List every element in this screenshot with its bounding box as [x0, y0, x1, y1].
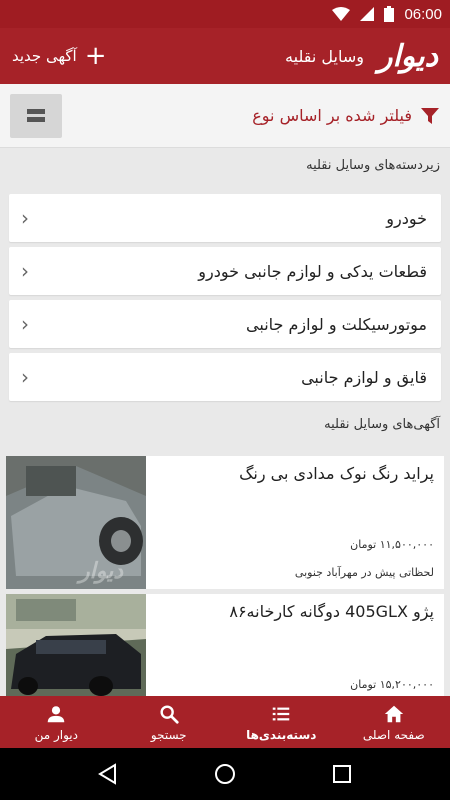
- nav-home[interactable]: صفحه اصلی: [338, 696, 450, 748]
- square-recents-icon: [332, 765, 351, 783]
- ad-location-time: لحظاتی پیش در مهرآباد جنوبی: [294, 566, 434, 579]
- plus-icon: +: [84, 41, 107, 71]
- chevron-left-icon: ‹: [21, 365, 29, 389]
- category-label: موتورسیکلت و لوازم جانبی: [246, 314, 427, 334]
- category-label: قایق و لوازم جانبی: [301, 367, 427, 387]
- view-toggle-button[interactable]: [10, 93, 62, 138]
- car-photo-image: دیوار: [6, 456, 146, 589]
- nav-search-label: جستجو: [150, 727, 187, 742]
- circle-home-icon: [214, 764, 235, 784]
- home-system-button[interactable]: [205, 754, 245, 794]
- category-item[interactable]: قایق و لوازم جانبی ‹: [9, 353, 441, 401]
- ad-info: پژو 405GLX دوگانه کارخانه۸۶ ۱۵,۲۰۰,۰۰۰ ت…: [146, 594, 444, 696]
- subcategories-heading: زیردسته‌های وسایل نقلیه: [306, 158, 440, 173]
- nav-search[interactable]: جستجو: [113, 696, 226, 748]
- thumbnail-watermark: دیوار: [76, 558, 124, 584]
- bottom-nav: صفحه اصلی دسته‌بندی‌ها جستجو دیوار من: [0, 696, 450, 748]
- nav-categories-label: دسته‌بندی‌ها: [246, 727, 317, 742]
- search-icon: [160, 704, 179, 724]
- status-bar: 06:00: [0, 0, 450, 28]
- category-label: خودرو: [386, 208, 427, 228]
- ad-info: پراید رنگ نوک مدادی بی رنگ ۱۱,۵۰۰,۰۰۰ تو…: [146, 456, 444, 589]
- ad-price: ۱۱,۵۰۰,۰۰۰ تومان: [350, 538, 434, 551]
- wifi-icon: [332, 7, 351, 21]
- person-icon: [48, 705, 65, 722]
- ad-title: پژو 405GLX دوگانه کارخانه۸۶: [229, 602, 434, 621]
- home-icon: [384, 705, 403, 722]
- app-bar: دیوار وسایل نقلیه + آگهی جدید: [0, 28, 450, 84]
- ad-title: پراید رنگ نوک مدادی بی رنگ: [239, 464, 434, 483]
- category-label: قطعات یدکی و لوازم جانبی خودرو: [198, 261, 427, 281]
- signal-icon: [360, 7, 375, 21]
- nav-my-divar-label: دیوار من: [34, 727, 78, 742]
- chevron-left-icon: ‹: [21, 259, 29, 283]
- filter-label[interactable]: فیلتر شده بر اساس نوع: [62, 106, 412, 125]
- app-logo[interactable]: دیوار: [378, 39, 439, 74]
- car-photo-image: [6, 594, 146, 696]
- page-title: وسایل نقلیه: [285, 46, 364, 66]
- ad-card[interactable]: پژو 405GLX دوگانه کارخانه۸۶ ۱۵,۲۰۰,۰۰۰ ت…: [6, 594, 444, 696]
- categories-icon: [273, 707, 290, 720]
- list-view-icon: [27, 109, 45, 114]
- ad-card[interactable]: پراید رنگ نوک مدادی بی رنگ ۱۱,۵۰۰,۰۰۰ تو…: [6, 456, 444, 589]
- system-nav-bar: [0, 748, 450, 800]
- ad-thumbnail[interactable]: دیوار: [6, 456, 146, 589]
- battery-icon: [384, 6, 395, 22]
- filter-icon[interactable]: [420, 106, 440, 126]
- recents-button[interactable]: [322, 754, 362, 794]
- category-item[interactable]: قطعات یدکی و لوازم جانبی خودرو ‹: [9, 247, 441, 295]
- list-view-icon-bar: [27, 117, 45, 122]
- chevron-left-icon: ‹: [21, 312, 29, 336]
- nav-categories[interactable]: دسته‌بندی‌ها: [225, 696, 338, 748]
- back-button[interactable]: [88, 754, 128, 794]
- back-icon: [98, 763, 117, 785]
- ads-heading: آگهی‌های وسایل نقلیه: [324, 417, 440, 432]
- ad-thumbnail[interactable]: [6, 594, 146, 696]
- chevron-left-icon: ‹: [21, 206, 29, 230]
- new-ad-button[interactable]: + آگهی جدید: [12, 43, 106, 69]
- category-item[interactable]: خودرو ‹: [9, 194, 441, 242]
- new-ad-label: آگهی جدید: [12, 47, 77, 65]
- nav-my-divar[interactable]: دیوار من: [0, 696, 113, 748]
- category-item[interactable]: موتورسیکلت و لوازم جانبی ‹: [9, 300, 441, 348]
- ad-price: ۱۵,۲۰۰,۰۰۰ تومان: [350, 678, 434, 691]
- nav-home-label: صفحه اصلی: [362, 727, 425, 742]
- filter-bar: فیلتر شده بر اساس نوع: [0, 84, 450, 148]
- status-time: 06:00: [404, 5, 442, 23]
